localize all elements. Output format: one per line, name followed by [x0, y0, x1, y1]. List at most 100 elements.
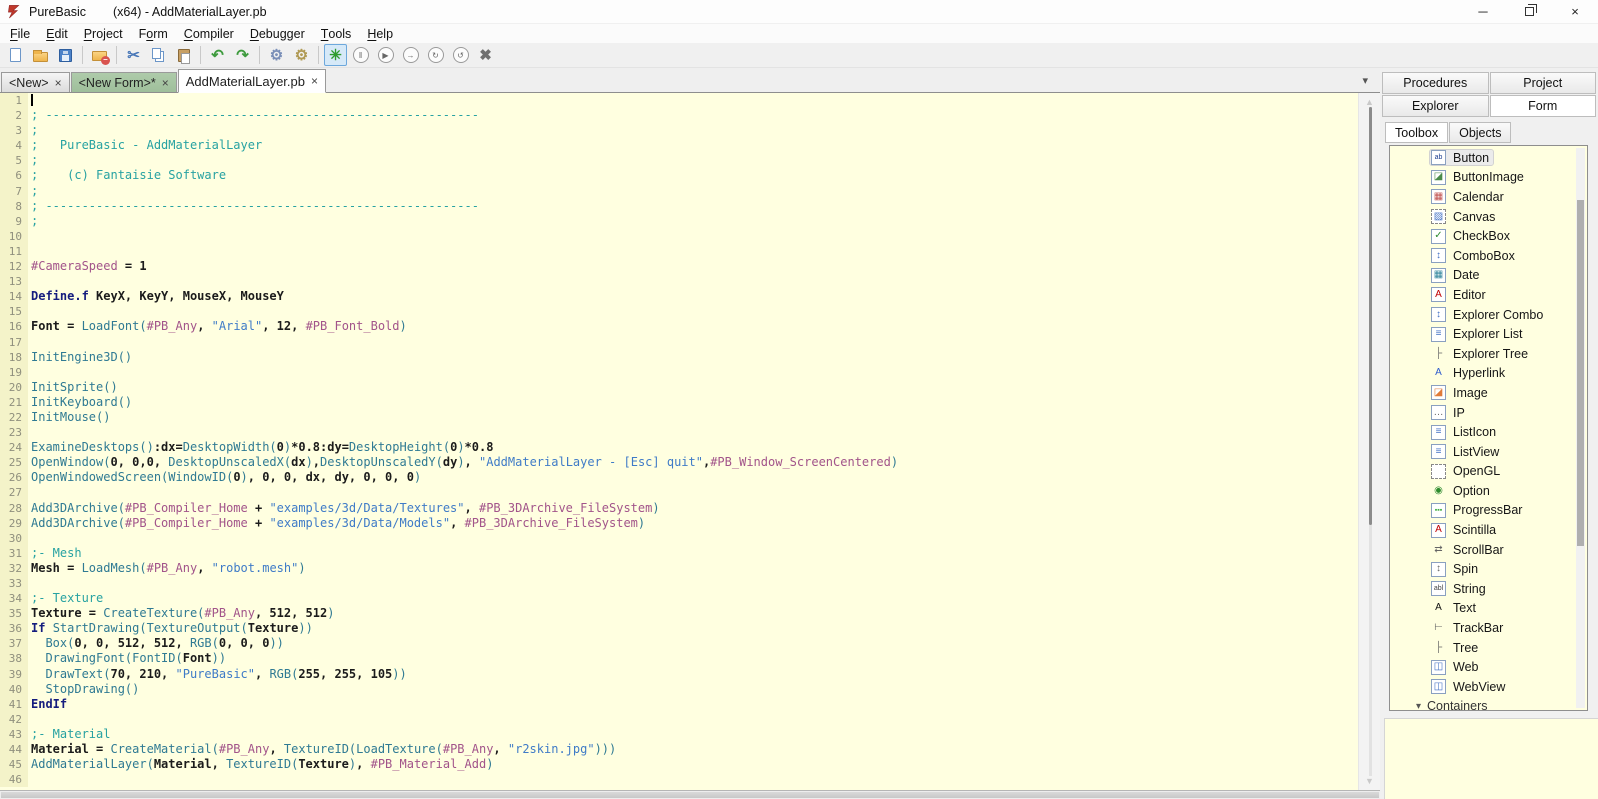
toolbox-item-trackbar[interactable]: ⊢TrackBar [1390, 618, 1587, 638]
copy-button[interactable] [147, 44, 170, 66]
toolbox-item-content: ├Explorer Tree [1430, 346, 1532, 361]
restore-button[interactable] [1506, 0, 1552, 23]
save-icon [59, 49, 72, 62]
line-number: 7 [0, 184, 28, 199]
toolbox-item-string[interactable]: ablString [1390, 579, 1587, 599]
menu-item-file[interactable]: File [2, 24, 38, 43]
menu-item-edit[interactable]: Edit [38, 24, 76, 43]
panel-tab-explorer[interactable]: Explorer [1382, 95, 1489, 117]
menu-item-project[interactable]: Project [76, 24, 131, 43]
code-line: 14Define.f KeyX, KeyY, MouseX, MouseY [0, 289, 1358, 304]
redo-button[interactable]: ↷ [231, 44, 254, 66]
toolbox-item-spin[interactable]: ↕Spin [1390, 559, 1587, 579]
button-icon: ab [1431, 150, 1446, 165]
editor-horizontal-scrollbar[interactable] [0, 790, 1380, 799]
tab--new-form-[interactable]: <New Form>*× [71, 72, 177, 92]
toolbox-item-date[interactable]: ▦Date [1390, 266, 1587, 286]
close-button[interactable]: × [1552, 0, 1598, 23]
panel-tab-project[interactable]: Project [1490, 72, 1597, 94]
undo-arrow-icon: ↶ [211, 46, 224, 64]
toolbox-item-label: Editor [1453, 288, 1486, 302]
menu-item-help[interactable]: Help [359, 24, 401, 43]
code-line: 8; -------------------------------------… [0, 199, 1358, 214]
line-number: 35 [0, 606, 28, 621]
editor-vertical-scrollbar[interactable]: ▲ ▼ [1358, 93, 1380, 790]
view-tab-objects[interactable]: Objects [1449, 122, 1511, 143]
toolbox-item-label: Web [1453, 660, 1478, 674]
compile-button[interactable]: ⚙ [265, 44, 288, 66]
toolbox-group-containers[interactable]: ▾Containers [1390, 697, 1587, 711]
minimize-button[interactable]: ─ [1460, 0, 1506, 23]
toolbox-item-explorer-list[interactable]: ≡Explorer List [1390, 324, 1587, 344]
panel-tab-procedures[interactable]: Procedures [1382, 72, 1489, 94]
tab-close-icon[interactable]: × [55, 76, 62, 90]
toolbox-item-progressbar[interactable]: ▪▪▪ProgressBar [1390, 501, 1587, 521]
compile-run-button[interactable]: ⚙ [290, 44, 313, 66]
menu-item-debugger[interactable]: Debugger [242, 24, 313, 43]
toolbox-item-editor[interactable]: AEditor [1390, 285, 1587, 305]
toolbox-item-explorer-tree[interactable]: ├Explorer Tree [1390, 344, 1587, 364]
line-number: 15 [0, 304, 28, 319]
toolbox-item-ip[interactable]: …IP [1390, 403, 1587, 423]
kill-program-button[interactable]: ✖ [474, 44, 497, 66]
open-file-button[interactable] [29, 44, 52, 66]
toolbox-item-canvas[interactable]: ▨Canvas [1390, 207, 1587, 227]
close-file-button[interactable] [88, 44, 111, 66]
step-out-button[interactable]: ↺ [449, 44, 472, 66]
toolbox-item-combobox[interactable]: ↕ComboBox [1390, 246, 1587, 266]
new-file-button[interactable] [4, 44, 27, 66]
menu-item-compiler[interactable]: Compiler [176, 24, 242, 43]
scroll-up-arrow-icon[interactable]: ▲ [1359, 97, 1380, 107]
toolbox-item-image[interactable]: ◪Image [1390, 383, 1587, 403]
cut-button[interactable]: ✂ [122, 44, 145, 66]
tab-close-icon[interactable]: × [162, 76, 169, 90]
tab--new-[interactable]: <New>× [1, 72, 70, 92]
pause-button[interactable]: ‖ [349, 44, 372, 66]
tab-close-icon[interactable]: × [311, 74, 318, 88]
menu-item-tools[interactable]: Tools [313, 24, 360, 43]
toolbox-item-hyperlink[interactable]: AHyperlink [1390, 364, 1587, 384]
step-over-button[interactable]: → [399, 44, 422, 66]
view-tab-toolbox[interactable]: Toolbox [1385, 122, 1448, 143]
toolbox-item-option[interactable]: ◉Option [1390, 481, 1587, 501]
line-text: DrawingFont(FontID(Font)) [28, 651, 226, 666]
toolbox-scrollbar-thumb[interactable] [1577, 200, 1584, 546]
explorer-list-icon: ≡ [1431, 327, 1446, 342]
run-button[interactable]: ▶ [374, 44, 397, 66]
tab-addmateriallayer-pb[interactable]: AddMaterialLayer.pb× [178, 69, 326, 93]
toolbox-item-scintilla[interactable]: AScintilla [1390, 520, 1587, 540]
toolbox-item-webview[interactable]: ◫WebView [1390, 677, 1587, 697]
save-file-button[interactable] [54, 44, 77, 66]
toolbox-item-calendar[interactable]: ▦Calendar [1390, 187, 1587, 207]
toolbox-item-label: ListView [1453, 445, 1499, 459]
toolbox-item-listicon[interactable]: ≡ListIcon [1390, 422, 1587, 442]
paste-button[interactable] [172, 44, 195, 66]
line-number: 45 [0, 757, 28, 772]
toolbox-item-opengl[interactable]: OpenGL [1390, 462, 1587, 482]
scrollbar-thumb[interactable] [1369, 107, 1372, 525]
toolbox-item-text[interactable]: AText [1390, 599, 1587, 619]
toolbox-item-scrollbar[interactable]: ⇄ScrollBar [1390, 540, 1587, 560]
line-text: ; [28, 153, 38, 168]
code-editor[interactable]: 12; ------------------------------------… [0, 93, 1358, 790]
toolbox-item-content: ▦Calendar [1430, 189, 1508, 204]
toolbox-item-explorer-combo[interactable]: ↕Explorer Combo [1390, 305, 1587, 325]
toolbox-item-checkbox[interactable]: ✓CheckBox [1390, 226, 1587, 246]
toolbox-item-button[interactable]: abButton [1390, 148, 1587, 168]
pause-icon: ‖ [353, 47, 369, 63]
step-loop-button[interactable]: ↻ [424, 44, 447, 66]
toolbox-item-web[interactable]: ◫Web [1390, 657, 1587, 677]
hscrollbar-thumb[interactable] [1, 792, 1379, 798]
toolbox-item-buttonimage[interactable]: ◪ButtonImage [1390, 168, 1587, 188]
menu-item-form[interactable]: Form [131, 24, 176, 43]
toolbox-item-listview[interactable]: ≡ListView [1390, 442, 1587, 462]
tab-overflow-arrow-icon[interactable]: ▾ [1362, 74, 1368, 87]
scroll-down-arrow-icon[interactable]: ▼ [1359, 776, 1380, 786]
toolbox-item-tree[interactable]: ├Tree [1390, 638, 1587, 658]
toolbox-item-content: ⊢TrackBar [1430, 621, 1507, 636]
line-text: Define.f KeyX, KeyY, MouseX, MouseY [28, 289, 284, 304]
undo-button[interactable]: ↶ [206, 44, 229, 66]
debugger-toggle-button[interactable]: ✳ [324, 44, 347, 66]
toolbox-scrollbar[interactable] [1576, 148, 1585, 708]
panel-tab-form[interactable]: Form [1490, 95, 1597, 117]
